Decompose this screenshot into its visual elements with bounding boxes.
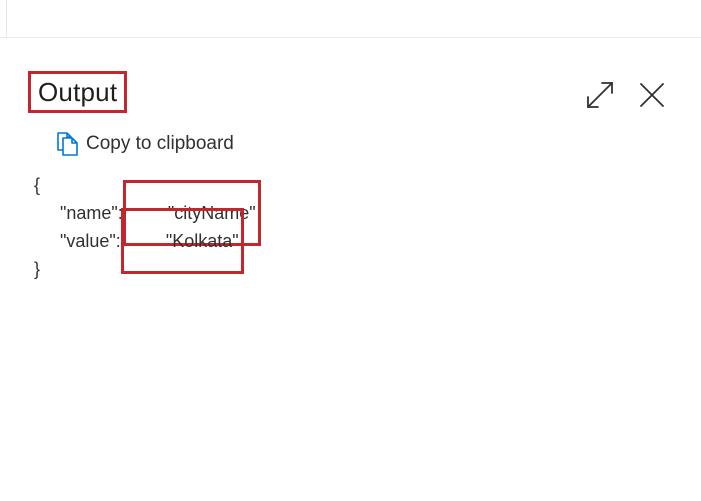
value-value-highlight: "Kolkata" — [120, 208, 244, 274]
close-button[interactable] — [636, 79, 668, 111]
title-highlight: Output — [28, 71, 128, 113]
panel-title: Output — [38, 76, 118, 107]
open-brace: { — [34, 175, 41, 195]
left-edge-line — [6, 0, 7, 38]
output-panel: Output Copy to clipboard {"name": "city… — [0, 0, 701, 501]
json-output: { "name": "cityName" "value": "Kolkata" … — [34, 171, 261, 283]
expand-button[interactable] — [584, 79, 616, 111]
code-line-value: "value": "Kolkata" — [34, 208, 261, 274]
top-divider — [0, 0, 701, 38]
close-brace: } — [34, 259, 41, 279]
value-value: "Kolkata" — [165, 231, 239, 251]
expand-icon — [587, 82, 613, 108]
name-key: "name": — [60, 203, 123, 223]
close-icon — [640, 83, 664, 107]
value-key: "value": — [60, 231, 121, 251]
copy-label: Copy to clipboard — [86, 133, 234, 154]
copy-icon — [57, 132, 78, 156]
copy-to-clipboard-button[interactable]: Copy to clipboard — [56, 129, 234, 159]
